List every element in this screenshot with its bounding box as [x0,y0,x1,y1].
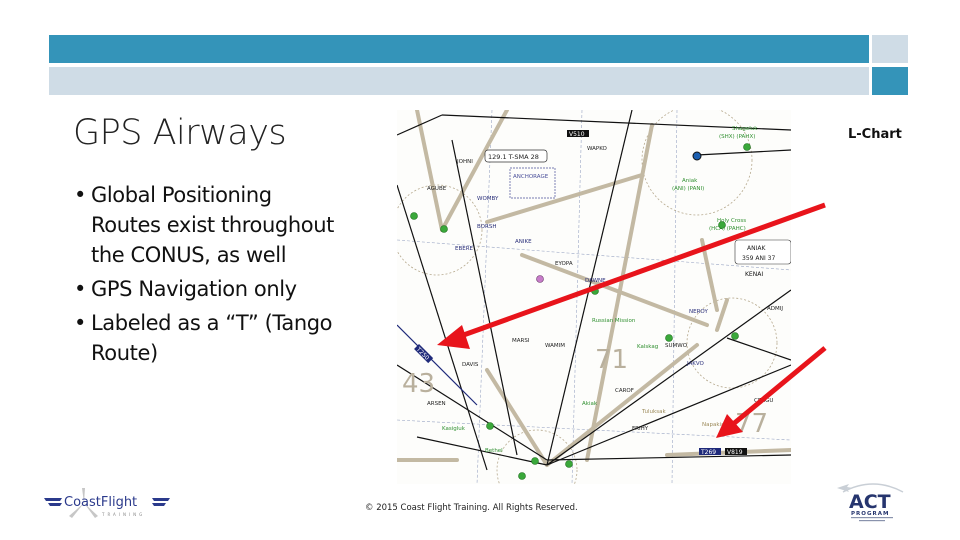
airport-label: Shageluk [732,126,758,132]
fix-label: JOHNI [456,159,473,165]
coastflight-logo: CoastFlight TRAINING [44,488,170,518]
airport-label: Kalskag [637,344,658,350]
airport-label: (ANI) (PANI) [672,186,704,192]
airport-label: Kasigluk [442,426,466,432]
airport-symbol [591,287,599,295]
bullet-text: Global Positioning Routes exist througho… [91,183,334,267]
airport-label: Russian Mission [592,318,636,324]
copyright-notice: © 2015 Coast Flight Training. All Rights… [365,503,578,513]
fix-label: DAWNE [585,278,606,284]
coastflight-wordmark: CoastFlight [64,495,137,510]
aniak-freq-label: ANIAK [747,245,766,252]
fix-label: CAROF [615,388,634,394]
airport-label: (SHX) (PAHX) [719,134,755,140]
image-caption: L-Chart [848,127,902,142]
grid-mef-77: 77 [735,409,768,439]
act-program-logo: ACT PROGRAM [837,483,904,522]
fix-label: CERGU [754,398,773,404]
airport-symbol [665,334,673,342]
bullet-marker: • [74,311,86,335]
bullet-text: Labeled as a “T” (Tango Route) [91,311,333,365]
header-band-primary [49,35,869,63]
airport-private-symbol [536,275,544,283]
airport-label: Tuluksak [641,409,666,415]
bullet-item: • GPS Navigation only [74,274,334,304]
header-band-primary-cap [872,35,908,63]
bullet-marker: • [74,183,86,207]
airport-label: (HCA) (PAHC) [709,226,746,232]
airport-symbol [486,422,494,430]
frequency-box-label: 129.1 T-SMA 28 [488,153,539,161]
victor-route-label-top: V510 [569,131,585,138]
grid-mef-71: 71 [595,345,628,375]
airport-symbol [731,332,739,340]
airport-symbol [718,221,726,229]
l-chart-image: V510 T269 V819 T250 129.1 T-SMA 28 ANCHO… [397,110,791,484]
fix-label: FRIHY [632,426,649,432]
vor-aniak-symbol [692,151,702,161]
airport-symbol [518,472,526,480]
header-band-secondary-cap [872,67,908,95]
fix-label: EYOPA [555,261,573,267]
fix-label: WOMBY [477,196,499,202]
airport-label: Akiak [582,401,598,407]
fix-label: ADMIJ [767,306,783,312]
compass-rose-st-marys [397,184,483,276]
act-subtitle: PROGRAM [851,511,889,517]
victor-route-label-bottom: V819 [727,449,743,456]
bullet-marker: • [74,277,86,301]
fix-label: ARSEN [427,401,446,407]
fix-label: JAKVO [686,361,705,367]
airport-label: Napakiak [702,422,728,428]
fix-label: DAVIS [462,362,479,368]
act-wordmark: ACT [849,491,891,513]
fix-label: WAPKO [587,146,608,152]
fix-label: SUMWO [665,343,688,349]
fix-label: NEROY [689,309,708,315]
airport-symbol [565,460,573,468]
grid-mef-43: 43 [402,369,435,399]
kenai-label: KENAI [745,271,763,278]
fix-label: EBERE [455,246,474,252]
bullet-text: GPS Navigation only [91,277,297,301]
airport-symbol [743,143,751,151]
airport-label: Aniak [682,178,698,184]
bullet-list: • Global Positioning Routes exist through… [74,180,334,372]
header-band-secondary [49,67,869,95]
airport-label: Bethel [485,448,503,454]
bullet-item: • Global Positioning Routes exist through… [74,180,334,270]
airport-symbol [440,225,448,233]
coastflight-subtitle: TRAINING [101,512,145,517]
fix-label: ANIKE [515,239,532,245]
airport-symbol [531,457,539,465]
fix-label: MARSI [512,338,530,344]
slide-title: GPS Airways [73,113,287,153]
aniak-freq-id: 359 ANI 37 [742,255,775,262]
t-route-label-bottom: T269 [700,449,716,456]
bullet-item: • Labeled as a “T” (Tango Route) [74,308,334,368]
airport-symbol [410,212,418,220]
fix-label: AGUBE [427,186,447,192]
fix-label: BORSH [477,224,496,230]
fix-label: WAMIM [545,343,565,349]
anchorage-box-label: ANCHORAGE [513,174,549,180]
